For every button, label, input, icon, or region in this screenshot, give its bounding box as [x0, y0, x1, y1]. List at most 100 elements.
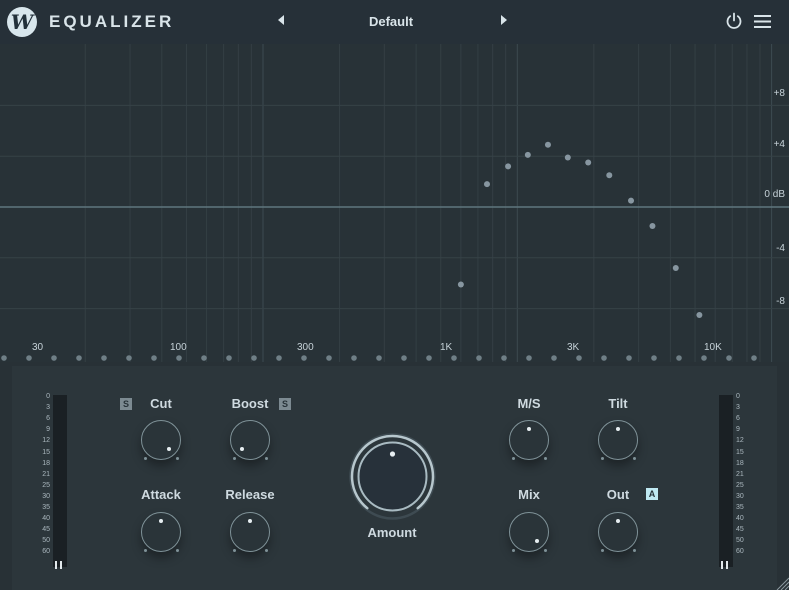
eq-band-point	[606, 172, 613, 179]
menu-icon[interactable]	[754, 14, 771, 29]
band-handle	[451, 355, 457, 361]
meter-scale-label: 3	[46, 404, 50, 412]
band-handle	[751, 355, 757, 361]
preset-next-button[interactable]	[501, 15, 507, 25]
band-handle	[176, 355, 182, 361]
knob-max-tick	[176, 457, 179, 460]
band-handle	[576, 355, 582, 361]
mix-knob[interactable]	[509, 512, 549, 552]
power-icon[interactable]	[725, 12, 743, 30]
eq-band-point	[544, 141, 551, 148]
eq-graph[interactable]: +8 +4 0 dB -4 -8 30 100 300 1K 3K 10K	[0, 44, 789, 362]
meter-scale-label: 35	[736, 504, 744, 511]
out-auto-button[interactable]: A	[646, 488, 658, 500]
app-title: EQUALIZER	[49, 12, 175, 31]
ms-knob[interactable]	[509, 420, 549, 460]
knob-max-tick	[176, 549, 179, 552]
meter-scale-label: 6	[46, 415, 50, 423]
ms-knob-indicator	[527, 427, 531, 431]
knob-max-tick	[544, 457, 547, 460]
band-handle	[276, 355, 282, 361]
meter-scale-label: 60	[736, 548, 744, 556]
meter-scale-label: 21	[736, 470, 744, 478]
band-handle	[1, 355, 7, 361]
meter-scale-label: 9	[46, 426, 50, 434]
tilt-knob[interactable]	[598, 420, 638, 460]
release-knob[interactable]	[230, 512, 270, 552]
input-meter-bar	[53, 395, 67, 567]
preset-name[interactable]: Default	[330, 14, 452, 29]
band-handle	[251, 355, 257, 361]
freq-label-30: 30	[32, 342, 44, 353]
resize-grip-icon[interactable]	[775, 576, 789, 590]
eq-band-point	[585, 159, 592, 166]
boost-solo-button[interactable]: S	[279, 398, 291, 410]
output-meter-pause-icon[interactable]	[721, 561, 729, 569]
mix-label: Mix	[518, 487, 540, 502]
freq-label-300: 300	[297, 342, 314, 353]
meter-scale-label: 60	[42, 548, 50, 556]
band-handle	[76, 355, 82, 361]
band-handle	[676, 355, 682, 361]
knob-min-tick	[601, 549, 604, 552]
eq-band-point	[483, 181, 490, 188]
meter-scale-label: 12	[736, 437, 744, 445]
db-label-minus8: -8	[776, 296, 785, 307]
meter-scale-label: 30	[42, 492, 50, 500]
band-handle	[701, 355, 707, 361]
attack-knob[interactable]	[141, 512, 181, 552]
band-handle	[651, 355, 657, 361]
band-handle	[126, 355, 132, 361]
db-label-plus4: +4	[773, 139, 785, 150]
knob-max-tick	[633, 549, 636, 552]
knob-min-tick	[601, 457, 604, 460]
logo: W	[7, 7, 37, 37]
band-handle	[501, 355, 507, 361]
out-knob-indicator	[616, 519, 620, 523]
meter-scale-label: 3	[736, 404, 740, 412]
cut-label: Cut	[150, 396, 172, 411]
band-handle	[726, 355, 732, 361]
knob-max-tick	[265, 457, 268, 460]
knob-min-tick	[233, 549, 236, 552]
knob-min-tick	[144, 457, 147, 460]
band-handle	[101, 355, 107, 361]
cut-knob-indicator	[167, 447, 171, 451]
freq-label-10k: 10K	[704, 342, 722, 353]
boost-knob[interactable]	[230, 420, 270, 460]
meter-scale-label: 9	[736, 426, 740, 434]
input-meter-pause-icon[interactable]	[55, 561, 63, 569]
amount-label: Amount	[367, 525, 417, 540]
output-meter-bar	[719, 395, 733, 567]
knob-max-tick	[265, 549, 268, 552]
output-meter: 0 3 6 9 12 15 18 21 25 30 35 40 45 50 60	[716, 393, 756, 571]
meter-scale-label: 18	[736, 459, 744, 467]
band-handle	[551, 355, 557, 361]
meter-scale-label: 15	[736, 448, 744, 456]
boost-knob-indicator	[240, 447, 244, 451]
knob-max-tick	[633, 457, 636, 460]
amount-knob[interactable]	[349, 433, 436, 520]
band-handle	[376, 355, 382, 361]
attack-knob-indicator	[159, 519, 163, 523]
cut-knob[interactable]	[141, 420, 181, 460]
db-label-plus8: +8	[773, 88, 785, 99]
eq-band-point	[672, 264, 679, 271]
eq-graph-canvas[interactable]	[0, 44, 789, 362]
eq-band-point	[524, 151, 531, 158]
meter-scale-label: 40	[736, 515, 744, 523]
freq-label-3k: 3K	[567, 342, 580, 353]
band-handle	[351, 355, 357, 361]
preset-prev-button[interactable]	[278, 15, 284, 25]
meter-scale-label: 30	[736, 492, 744, 500]
out-knob[interactable]	[598, 512, 638, 552]
meter-scale-label: 21	[42, 470, 50, 478]
knob-min-tick	[233, 457, 236, 460]
band-handle	[626, 355, 632, 361]
meter-scale-label: 45	[736, 526, 744, 534]
attack-label: Attack	[141, 487, 181, 502]
release-label: Release	[225, 487, 275, 502]
band-handle	[401, 355, 407, 361]
meter-scale-label: 50	[736, 537, 744, 545]
band-handle	[476, 355, 482, 361]
